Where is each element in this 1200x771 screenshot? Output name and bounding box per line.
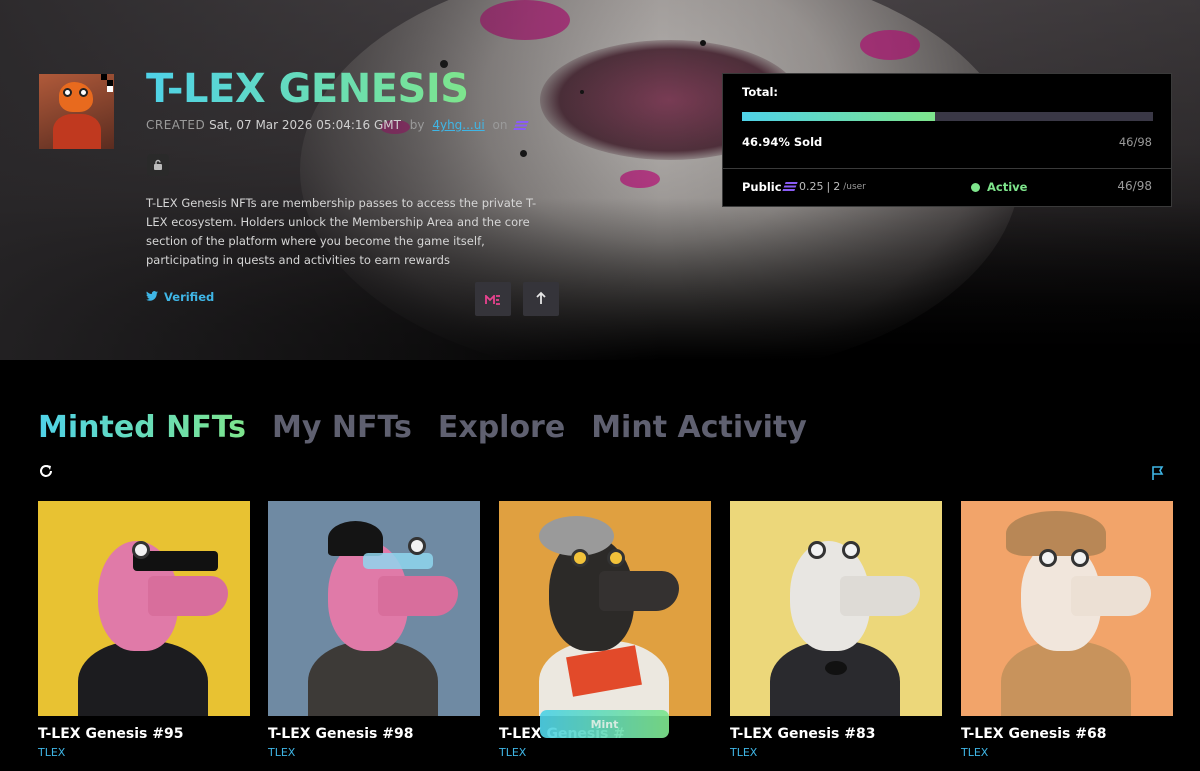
nft-collection: TLEX [268,746,296,759]
nft-image [268,501,480,716]
mint-button[interactable]: Mint [540,710,669,738]
phase-count: 46/98 [1117,179,1152,193]
sold-percent: 46.94% Sold [742,135,823,149]
nft-name: T-LEX Genesis #95 [38,726,184,742]
nft-name: T-LEX Genesis #68 [961,726,1107,742]
phase-status: Active [971,180,1027,194]
price-separator: | [826,180,831,193]
nft-image [499,501,711,716]
nft-collection: TLEX [730,746,758,759]
nft-collection: TLEX [499,746,527,759]
solana-icon [513,121,529,130]
phase-name: Public [742,180,782,194]
collection-description: T-LEX Genesis NFTs are membership passes… [146,196,537,267]
nft-image [961,501,1173,716]
collection-title: T-LEX GENESIS [146,66,469,112]
author-link[interactable]: 4yhg...ui [432,118,484,132]
nft-name: T-LEX Genesis #83 [730,726,876,742]
collection-tabs: Minted NFTs My NFTs Explore Mint Activit… [38,410,807,445]
twitter-icon [146,290,158,304]
total-label: Total: [742,85,779,99]
limit-unit: /user [843,181,866,192]
tab-minted-nfts[interactable]: Minted NFTs [38,410,246,445]
nft-name: T-LEX Genesis #98 [268,726,414,742]
avatar-pixel-decor [107,86,113,92]
status-label: Active [987,180,1028,194]
mint-progress-fill [742,112,935,121]
collection-avatar [39,74,114,149]
panel-divider [723,168,1171,169]
collection-meta: CREATED Sat, 07 Mar 2026 05:04:16 GMT by… [146,118,529,132]
magic-eden-button[interactable] [475,282,511,316]
unlock-icon [147,154,169,176]
mint-progress-panel: Total: 46.94% Sold 46/98 Public 0.25 | 2… [722,73,1172,207]
nft-image [38,501,250,716]
tab-explore[interactable]: Explore [438,410,565,445]
limit-value: 2 [833,180,841,193]
nft-image [730,501,942,716]
by-label: by [409,118,425,132]
tensor-icon [534,290,548,309]
magic-eden-icon [485,290,501,309]
nft-card[interactable]: T-LEX Genesis #68 TLEX [961,501,1173,771]
price-value: 0.25 [799,180,824,193]
status-dot-icon [971,182,980,192]
refresh-icon[interactable] [38,463,56,481]
tab-my-nfts[interactable]: My NFTs [272,410,412,445]
nft-collection: TLEX [961,746,989,759]
minted-count: 46/98 [1118,135,1152,149]
nft-collection: TLEX [38,746,66,759]
solana-icon [782,182,798,191]
phase-price: 0.25 | 2/user [782,180,866,193]
created-date: Sat, 07 Mar 2026 05:04:16 GMT [209,118,401,132]
nft-card[interactable]: T-LEX Genesis #83 TLEX [730,501,942,771]
nft-card[interactable]: T-LEX Genesis #98 TLEX [268,501,480,771]
verified-label: Verified [164,290,215,304]
created-label: CREATED [146,118,206,132]
on-label: on [492,118,508,132]
tensor-button[interactable] [523,282,559,316]
mint-progress-bar [742,112,1153,121]
nft-card[interactable]: T-LEX Genesis #95 TLEX [38,501,250,771]
twitter-verified-link[interactable]: Verified [146,290,214,304]
flag-icon[interactable] [1150,465,1168,483]
tab-mint-activity[interactable]: Mint Activity [591,410,807,445]
